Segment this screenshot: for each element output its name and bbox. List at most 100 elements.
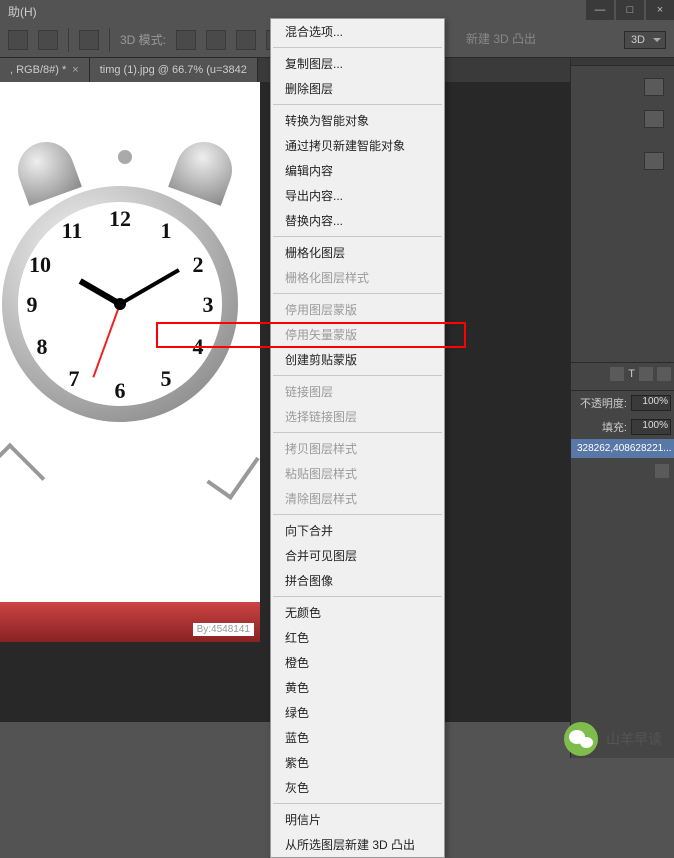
layer-row-selected[interactable]: 328262,408628221...	[571, 439, 674, 458]
clock-number: 10	[28, 252, 52, 278]
clock-leg	[0, 443, 45, 500]
menu-color-blue[interactable]: 蓝色	[271, 725, 444, 750]
menu-color-green[interactable]: 绿色	[271, 700, 444, 725]
swatches-icon[interactable]	[644, 78, 664, 96]
lock-icon[interactable]	[655, 464, 669, 478]
menu-rasterize-style: 栅格化图层样式	[271, 265, 444, 290]
layers-panel: 不透明度: 100% 填充: 100% 328262,408628221...	[571, 390, 674, 484]
clock-number: 4	[186, 334, 210, 360]
clock-number: 6	[108, 378, 132, 404]
para-icon[interactable]	[639, 367, 653, 381]
menu-delete-layer[interactable]: 删除图层	[271, 76, 444, 101]
menu-export-contents[interactable]: 导出内容...	[271, 183, 444, 208]
char-icon[interactable]	[610, 367, 624, 381]
menu-separator	[273, 293, 442, 294]
menu-separator	[273, 514, 442, 515]
document-tab[interactable]: , RGB/8#) * ×	[0, 58, 90, 82]
close-button[interactable]: ×	[646, 0, 674, 20]
second-hand	[92, 304, 121, 378]
menu-separator	[273, 47, 442, 48]
clock-pivot	[114, 298, 126, 310]
wechat-watermark: 山羊早读	[564, 722, 662, 756]
orbit-icon[interactable]	[176, 30, 196, 50]
menu-replace-contents[interactable]: 替换内容...	[271, 208, 444, 233]
byline-label: By:4548141	[193, 623, 254, 636]
menu-select-linked: 选择链接图层	[271, 404, 444, 429]
glyph-icon[interactable]	[657, 367, 671, 381]
menu-separator	[273, 375, 442, 376]
menu-separator	[273, 432, 442, 433]
clock-number: 8	[30, 334, 54, 360]
minimize-button[interactable]: —	[586, 0, 614, 20]
tab-title: , RGB/8#) *	[10, 64, 66, 76]
menu-postcard[interactable]: 明信片	[271, 807, 444, 832]
document-tab-active[interactable]: timg (1).jpg @ 66.7% (u=3842	[90, 58, 258, 82]
bell-icon	[10, 134, 82, 206]
layer-context-menu: 混合选项... 复制图层... 删除图层 转换为智能对象 通过拷贝新建智能对象 …	[270, 18, 445, 858]
menu-convert-smart[interactable]: 转换为智能对象	[271, 108, 444, 133]
tool-icon[interactable]	[8, 30, 28, 50]
panels-rail: T 不透明度: 100% 填充: 100% 328262,408628221..…	[570, 58, 674, 758]
clock-ring: 12 1 2 3 4 5 6 7 8 9 10 11	[2, 186, 238, 422]
menu-color-orange[interactable]: 橙色	[271, 650, 444, 675]
menu-copy-style: 拷贝图层样式	[271, 436, 444, 461]
menu-color-gray[interactable]: 灰色	[271, 775, 444, 800]
menu-disable-mask: 停用图层蒙版	[271, 297, 444, 322]
menu-color-none[interactable]: 无颜色	[271, 600, 444, 625]
fill-label: 填充:	[602, 419, 627, 435]
hammer-icon	[118, 150, 132, 164]
menu-link-layers: 链接图层	[271, 379, 444, 404]
menu-blend-options[interactable]: 混合选项...	[271, 19, 444, 44]
menu-disable-vmask: 停用矢量蒙版	[271, 322, 444, 347]
menu-flatten[interactable]: 拼合图像	[271, 568, 444, 593]
clock-number: 12	[108, 206, 132, 232]
menu-merge-down[interactable]: 向下合并	[271, 518, 444, 543]
menu-create-clip-mask[interactable]: 创建剪贴蒙版	[271, 347, 444, 372]
image-bottom	[0, 602, 260, 642]
menu-merge-visible[interactable]: 合并可见图层	[271, 543, 444, 568]
canvas[interactable]: 12 1 2 3 4 5 6 7 8 9 10 11	[0, 82, 260, 642]
menu-clear-style: 清除图层样式	[271, 486, 444, 511]
clock-face: 12 1 2 3 4 5 6 7 8 9 10 11	[18, 202, 222, 406]
pan-icon[interactable]	[206, 30, 226, 50]
menu-rasterize-layer[interactable]: 栅格化图层	[271, 240, 444, 265]
maximize-button[interactable]: □	[616, 0, 644, 20]
menu-color-violet[interactable]: 紫色	[271, 750, 444, 775]
window-controls: — □ ×	[584, 0, 674, 20]
menu-separator	[273, 104, 442, 105]
menu-help[interactable]: 助(H)	[8, 3, 37, 20]
tab-title: timg (1).jpg @ 66.7% (u=3842	[100, 64, 247, 76]
dolly-icon[interactable]	[236, 30, 256, 50]
menu-new-3d-from-layer[interactable]: 从所选图层新建 3D 凸出	[271, 832, 444, 857]
tool-icon[interactable]	[79, 30, 99, 50]
menu-color-red[interactable]: 红色	[271, 625, 444, 650]
wechat-name: 山羊早读	[606, 729, 662, 749]
divider	[109, 28, 110, 52]
char-panel-tabs: T	[571, 362, 674, 390]
opacity-value[interactable]: 100%	[631, 395, 671, 411]
clock-number: 11	[60, 218, 84, 244]
clock-number: 1	[154, 218, 178, 244]
menu-separator	[273, 596, 442, 597]
bell-icon	[168, 134, 240, 206]
clock-number: 5	[154, 366, 178, 392]
styles-icon[interactable]	[644, 110, 664, 128]
minute-hand	[119, 268, 180, 305]
adjustments-icon[interactable]	[644, 152, 664, 170]
close-tab-icon[interactable]: ×	[72, 64, 78, 76]
menu-color-yellow[interactable]: 黄色	[271, 675, 444, 700]
rail-header	[571, 58, 674, 66]
clock-leg	[206, 442, 259, 500]
new-3d-extrude-label[interactable]: 新建 3D 凸出	[466, 30, 536, 47]
menu-separator	[273, 803, 442, 804]
wechat-icon	[564, 722, 598, 756]
fill-value[interactable]: 100%	[631, 419, 671, 435]
tool-icon[interactable]	[38, 30, 58, 50]
menu-new-smart-copy[interactable]: 通过拷贝新建智能对象	[271, 133, 444, 158]
menu-edit-contents[interactable]: 编辑内容	[271, 158, 444, 183]
3d-preset-select[interactable]: 3D	[624, 31, 666, 49]
menu-copy-layer[interactable]: 复制图层...	[271, 51, 444, 76]
opacity-label: 不透明度:	[580, 395, 627, 411]
clock-number: 7	[62, 366, 86, 392]
clock-number: 9	[20, 292, 44, 318]
